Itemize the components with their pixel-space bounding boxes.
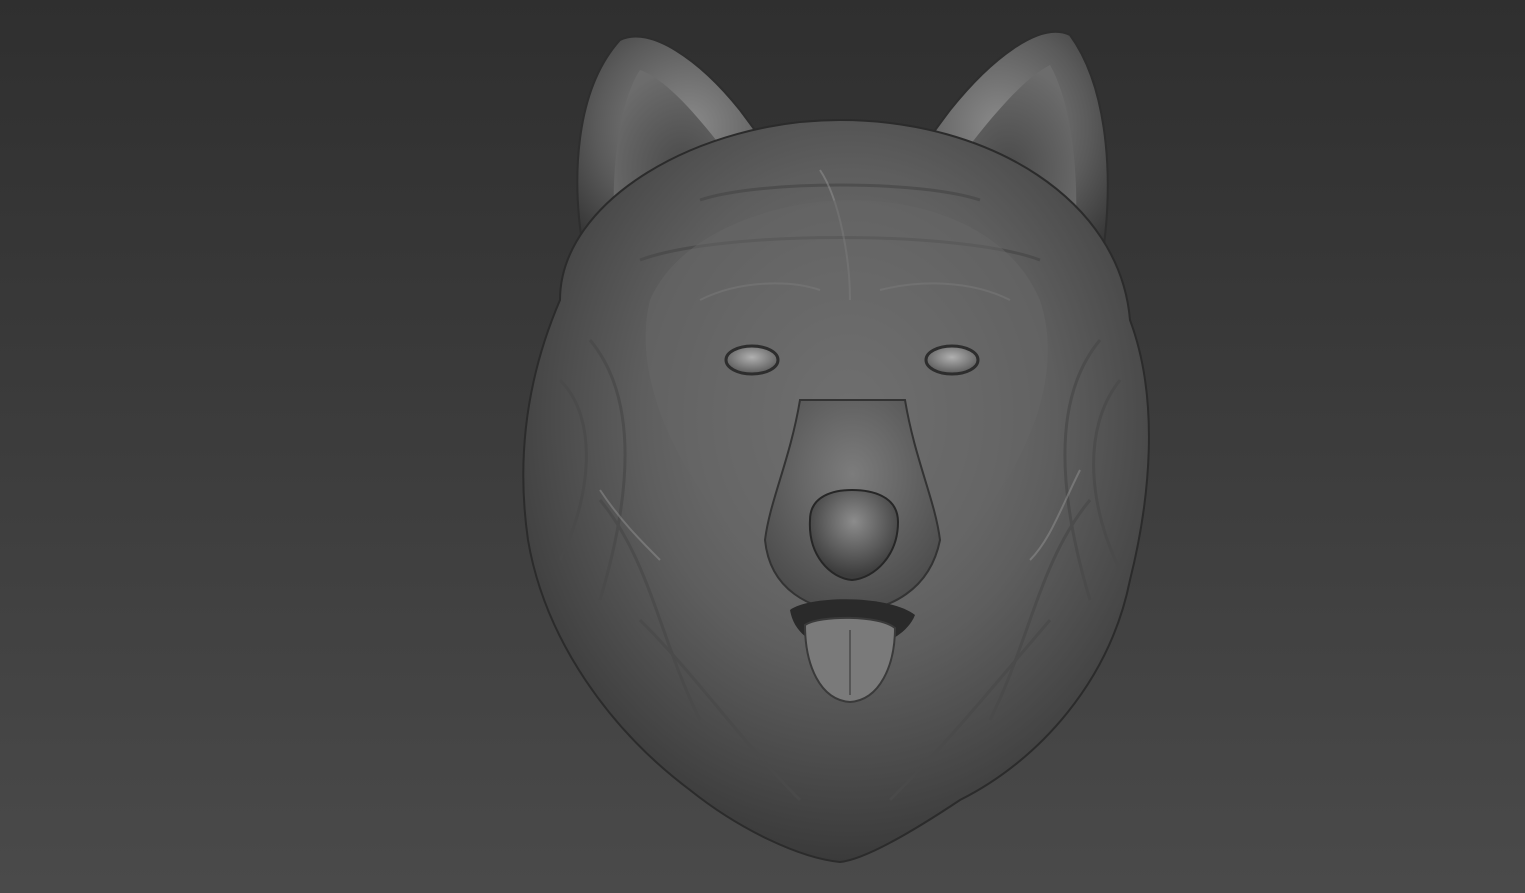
right-eye <box>924 344 980 376</box>
wolf-head-sculpt <box>522 30 1150 864</box>
viewport-canvas[interactable] <box>0 0 1525 893</box>
left-eye <box>724 344 780 376</box>
